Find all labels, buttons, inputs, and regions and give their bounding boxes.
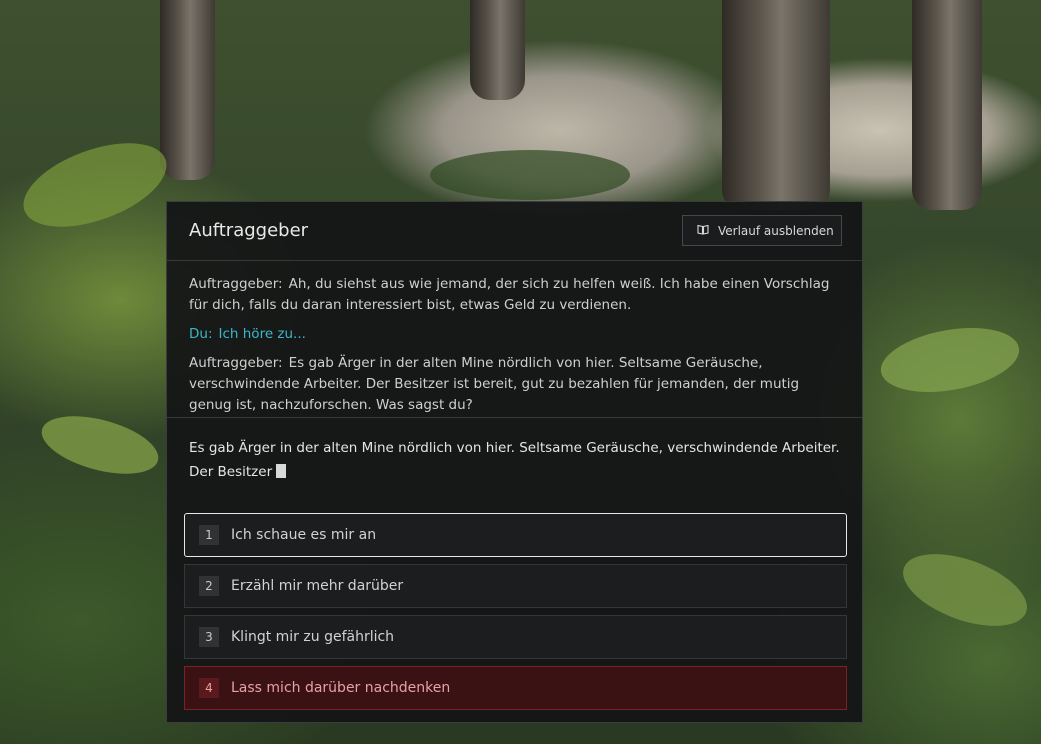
dialog-option-4[interactable]: 4 Lass mich darüber nachdenken: [184, 666, 847, 710]
dialog-panel: Auftraggeber Verlauf ausblenden Auftragg…: [166, 201, 863, 723]
dialog-option-1[interactable]: 1 Ich schaue es mir an: [184, 513, 847, 557]
tree-trunk: [722, 0, 830, 210]
option-number: 4: [199, 678, 219, 698]
tree-trunk: [160, 0, 215, 180]
dialog-options: 1 Ich schaue es mir an 2 Erzähl mir mehr…: [184, 513, 847, 717]
speaker-name: Auftraggeber:: [189, 276, 283, 292]
tree-trunk: [470, 0, 525, 100]
dialog-history: Auftraggeber: Ah, du siehst aus wie jeman…: [167, 261, 862, 418]
foliage: [893, 539, 1037, 641]
dialog-option-2[interactable]: 2 Erzähl mir mehr darüber: [184, 564, 847, 608]
foliage: [35, 405, 165, 485]
typing-cursor: [276, 464, 287, 478]
toggle-history-label: Verlauf ausblenden: [718, 223, 834, 238]
option-number: 1: [199, 525, 219, 545]
current-dialog-line: Es gab Ärger in der alten Mine nördlich …: [167, 418, 862, 498]
entry-text: Ich höre zu...: [218, 326, 306, 342]
dialog-option-3[interactable]: 3 Klingt mir zu gefährlich: [184, 615, 847, 659]
history-entry-player: Du: Ich höre zu...: [189, 324, 840, 345]
dialog-header: Auftraggeber Verlauf ausblenden: [167, 202, 862, 261]
tree-trunk: [912, 0, 982, 210]
foliage: [430, 150, 630, 200]
toggle-history-button[interactable]: Verlauf ausblenden: [682, 215, 842, 246]
speaker-name: Auftraggeber:: [189, 355, 283, 371]
foliage: [12, 126, 178, 244]
option-label: Lass mich darüber nachdenken: [231, 680, 451, 696]
option-number: 2: [199, 576, 219, 596]
entry-text: Ah, du siehst aus wie jemand, der sich z…: [189, 276, 830, 313]
foliage: [875, 318, 1025, 402]
book-icon: [697, 224, 709, 238]
option-number: 3: [199, 627, 219, 647]
history-entry-npc: Auftraggeber: Es gab Ärger in der alten M…: [189, 353, 840, 416]
history-entry-npc: Auftraggeber: Ah, du siehst aus wie jeman…: [189, 274, 840, 316]
option-label: Klingt mir zu gefährlich: [231, 629, 395, 645]
npc-name-title: Auftraggeber: [189, 220, 309, 241]
speaker-name: Du:: [189, 326, 213, 342]
option-label: Erzähl mir mehr darüber: [231, 578, 404, 594]
option-label: Ich schaue es mir an: [231, 527, 377, 543]
current-line-text: Es gab Ärger in der alten Mine nördlich …: [189, 440, 840, 480]
